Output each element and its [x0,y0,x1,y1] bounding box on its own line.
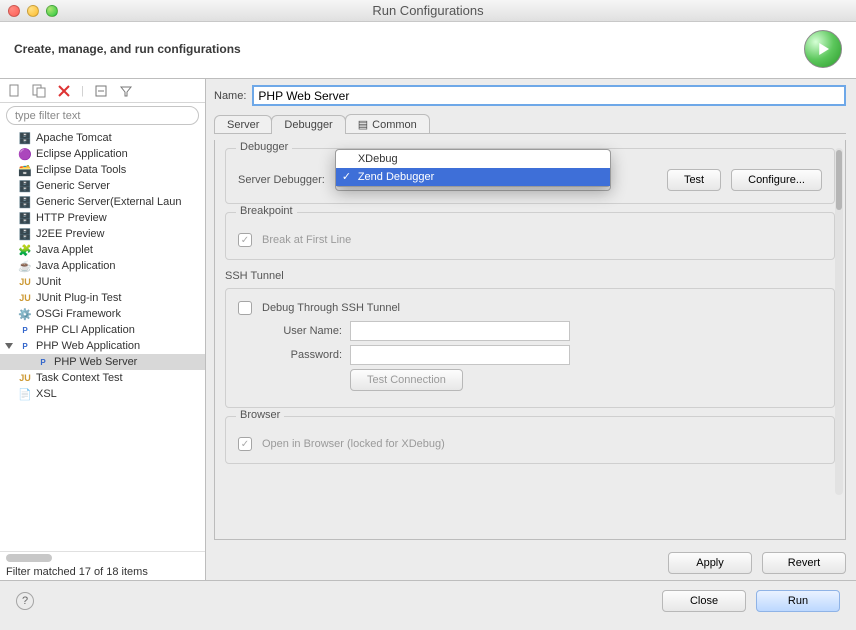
group-ssh: Debug Through SSH Tunnel User Name: Pass… [225,288,835,408]
titlebar: Run Configurations [0,0,856,22]
ssh-password-label: Password: [264,349,342,361]
xsl-icon: 📄 [18,387,32,401]
expand-icon[interactable] [4,341,14,351]
sidebar: | type filter text 🗄️Apache Tomcat 🟣Ecli… [0,79,206,580]
tree-item-task-context[interactable]: JUTask Context Test [0,370,205,386]
tree-item-php-web-app[interactable]: PPHP Web Application [0,338,205,354]
junit-icon: JU [18,371,32,385]
sidebar-toolbar: | [0,79,205,103]
open-browser-checkbox [238,437,252,451]
apply-button[interactable]: Apply [668,552,752,574]
collapse-all-icon[interactable] [94,83,109,98]
help-icon[interactable]: ? [16,592,34,610]
dialog-footer: ? Close Run [0,581,856,621]
group-debugger: Debugger Server Debugger: Zend Debugger … [225,148,835,204]
dialog-heading: Create, manage, and run configurations [14,42,804,56]
common-tab-icon: ▤ [358,118,368,131]
ssh-username-input[interactable] [350,321,570,341]
name-input[interactable] [252,85,846,106]
group-browser: Browser Open in Browser (locked for XDeb… [225,416,835,464]
applet-icon: 🧩 [18,243,32,257]
tree-item-apache-tomcat[interactable]: 🗄️Apache Tomcat [0,130,205,146]
tree-item-junit[interactable]: JUJUnit [0,274,205,290]
server-debugger-dropdown: XDebug ✓Zend Debugger [335,149,611,187]
main-panel: Name: Server Debugger ▤Common Debugger S… [206,79,856,580]
junit-icon: JU [18,275,32,289]
ssh-toggle-label: Debug Through SSH Tunnel [262,302,400,314]
scrollbar-thumb[interactable] [836,150,842,210]
name-label: Name: [214,90,246,102]
filter-placeholder: type filter text [15,110,80,122]
server-icon: 🗄️ [18,195,32,209]
break-first-line-checkbox [238,233,252,247]
configure-button[interactable]: Configure... [731,169,822,191]
php-icon: P [18,323,32,337]
sidebar-footer: Filter matched 17 of 18 items [0,551,205,580]
tab-bar: Server Debugger ▤Common [214,112,846,134]
new-config-icon[interactable] [6,83,21,98]
tree-item-php-cli[interactable]: PPHP CLI Application [0,322,205,338]
tree-item-osgi[interactable]: ⚙️OSGi Framework [0,306,205,322]
tree-item-generic-server[interactable]: 🗄️Generic Server [0,178,205,194]
tree-item-eclipse-data-tools[interactable]: 🗃️Eclipse Data Tools [0,162,205,178]
tree-item-java-applet[interactable]: 🧩Java Applet [0,242,205,258]
tab-body-debugger: Debugger Server Debugger: Zend Debugger … [214,140,846,540]
horizontal-scrollbar[interactable] [6,554,52,562]
php-web-icon: P [36,355,50,369]
database-icon: 🗃️ [18,163,32,177]
ssh-toggle-checkbox[interactable] [238,301,252,315]
tree-item-java-application[interactable]: ☕Java Application [0,258,205,274]
run-button[interactable]: Run [756,590,840,612]
close-button[interactable]: Close [662,590,746,612]
php-web-icon: P [18,339,32,353]
server-icon: 🗄️ [18,227,32,241]
ssh-username-label: User Name: [264,325,342,337]
group-breakpoint-label: Breakpoint [236,205,297,217]
config-tree[interactable]: 🗄️Apache Tomcat 🟣Eclipse Application 🗃️E… [0,128,205,551]
junit-plugin-icon: JU [18,291,32,305]
duplicate-config-icon[interactable] [31,83,46,98]
filter-input[interactable]: type filter text [6,106,199,125]
tab-common[interactable]: ▤Common [345,114,430,134]
server-icon: 🗄️ [18,131,32,145]
tree-item-php-web-server[interactable]: PPHP Web Server [0,354,205,370]
tree-item-junit-plugin[interactable]: JUJUnit Plug-in Test [0,290,205,306]
ssh-tunnel-heading: SSH Tunnel [225,270,835,282]
tree-item-eclipse-application[interactable]: 🟣Eclipse Application [0,146,205,162]
delete-config-icon[interactable] [56,83,71,98]
tab-debugger[interactable]: Debugger [271,115,345,134]
main-actions: Apply Revert [214,552,846,574]
test-button[interactable]: Test [667,169,721,191]
dropdown-item-xdebug[interactable]: XDebug [336,150,610,168]
open-browser-label: Open in Browser (locked for XDebug) [262,438,445,450]
tree-item-xsl[interactable]: 📄XSL [0,386,205,402]
check-icon: ✓ [342,170,351,183]
test-connection-button[interactable]: Test Connection [350,369,463,391]
eclipse-icon: 🟣 [18,147,32,161]
filter-menu-icon[interactable] [119,83,134,98]
window-title: Run Configurations [0,3,856,18]
dialog-header: Create, manage, and run configurations [0,22,856,79]
server-debugger-select[interactable]: Zend Debugger XDebug ✓Zend Debugger [335,169,611,191]
group-breakpoint: Breakpoint Break at First Line [225,212,835,260]
tab-server[interactable]: Server [214,115,272,134]
group-debugger-label: Debugger [236,141,292,153]
break-first-line-label: Break at First Line [262,234,351,246]
revert-button[interactable]: Revert [762,552,846,574]
tree-item-http-preview[interactable]: 🗄️HTTP Preview [0,210,205,226]
vertical-scrollbar[interactable] [835,148,843,495]
dropdown-item-zend[interactable]: ✓Zend Debugger [336,168,610,186]
tree-item-generic-server-external[interactable]: 🗄️Generic Server(External Laun [0,194,205,210]
run-hero-icon [804,30,842,68]
server-debugger-label: Server Debugger: [238,174,325,186]
group-browser-label: Browser [236,409,284,421]
tree-item-j2ee-preview[interactable]: 🗄️J2EE Preview [0,226,205,242]
server-icon: 🗄️ [18,211,32,225]
osgi-icon: ⚙️ [18,307,32,321]
server-icon: 🗄️ [18,179,32,193]
java-icon: ☕ [18,259,32,273]
filter-status: Filter matched 17 of 18 items [6,566,199,578]
ssh-password-input[interactable] [350,345,570,365]
